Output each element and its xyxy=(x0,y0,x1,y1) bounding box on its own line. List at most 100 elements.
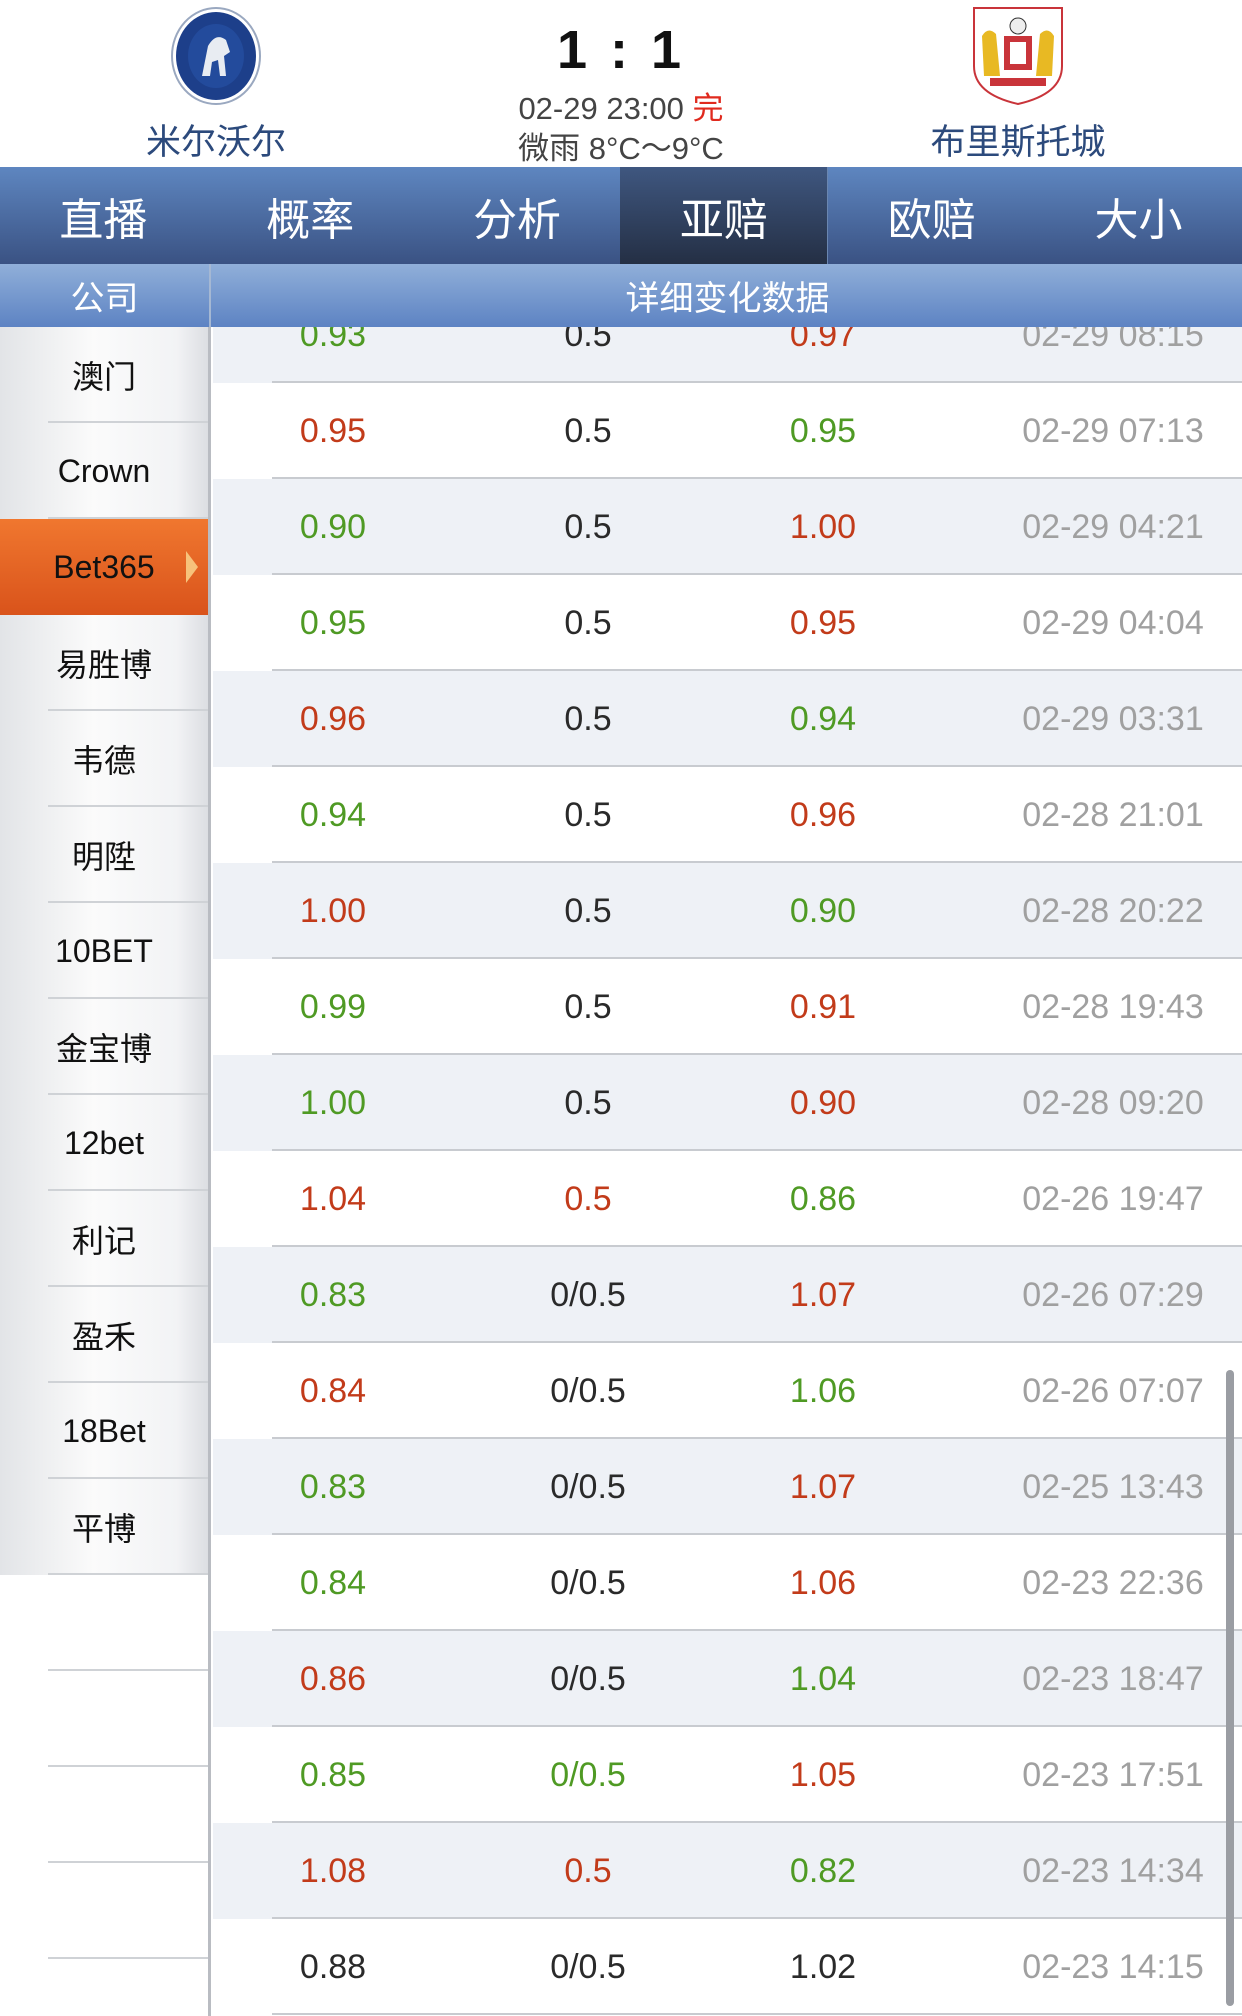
handicap: 0/0.5 xyxy=(550,1564,626,1602)
company-item[interactable]: 易胜博 xyxy=(0,615,208,711)
change-time: 02-28 19:43 xyxy=(1022,988,1204,1026)
change-time: 02-29 04:04 xyxy=(1022,604,1204,642)
company-item[interactable]: 12bet xyxy=(0,1095,208,1191)
home-odds: 0.84 xyxy=(299,1564,367,1602)
away-odds: 1.04 xyxy=(789,1660,857,1698)
handicap: 0.5 xyxy=(564,700,612,738)
change-time: 02-26 19:47 xyxy=(1022,1180,1204,1218)
change-time: 02-23 22:36 xyxy=(1022,1564,1204,1602)
table-row: 0.83 0/0.5 1.07 02-25 13:43 xyxy=(213,1439,1242,1535)
table-row: 0.90 0.5 1.00 02-29 04:21 xyxy=(213,479,1242,575)
tab-over-under[interactable]: 大小 xyxy=(1035,167,1242,264)
scrollbar[interactable] xyxy=(1226,1370,1234,2006)
tab-probability[interactable]: 概率 xyxy=(207,167,414,264)
odds-change-table: 0.93 0.5 0.97 02-29 08:15 0.95 0.5 0.95 02-29 0… xyxy=(213,327,1242,2016)
home-odds: 1.00 xyxy=(299,1084,367,1122)
change-time: 02-23 17:51 xyxy=(1022,1756,1204,1794)
change-time: 02-29 07:13 xyxy=(1022,412,1204,450)
change-time: 02-23 14:15 xyxy=(1022,1948,1204,1986)
bristol-city-crest-icon xyxy=(973,7,1063,106)
company-item[interactable]: 10BET xyxy=(0,903,208,999)
handicap: 0.5 xyxy=(564,1852,612,1890)
table-row: 0.84 0/0.5 1.06 02-23 22:36 xyxy=(213,1535,1242,1631)
empty-slot xyxy=(0,1863,208,1959)
millwall-crest-icon xyxy=(171,7,261,105)
home-odds: 0.93 xyxy=(299,327,367,354)
home-odds: 0.94 xyxy=(299,796,367,834)
table-row: 1.08 0.5 0.82 02-23 14:34 xyxy=(213,1823,1242,1919)
company-item[interactable]: 盈禾 xyxy=(0,1287,208,1383)
tab-live[interactable]: 直播 xyxy=(0,167,207,264)
company-item[interactable]: Bet365 xyxy=(0,519,208,615)
company-item[interactable]: 明陞 xyxy=(0,807,208,903)
change-time: 02-29 03:31 xyxy=(1022,700,1204,738)
away-odds: 1.02 xyxy=(789,1948,857,1986)
company-name: 盈禾 xyxy=(71,1319,136,1355)
home-odds: 0.85 xyxy=(299,1756,367,1794)
company-item[interactable]: 利记 xyxy=(0,1191,208,1287)
match-info: 1 : 1 02-29 23:00 完 微雨 8°C～9°C xyxy=(421,20,821,170)
tab-bar: 直播 概率 分析 亚赔 欧赔 大小 xyxy=(0,167,1242,264)
company-name: 平博 xyxy=(71,1511,136,1547)
company-name: 澳门 xyxy=(71,359,136,395)
change-time: 02-28 09:20 xyxy=(1022,1084,1204,1122)
match-status: 完 xyxy=(692,91,724,126)
table-row: 0.85 0/0.5 1.05 02-23 17:51 xyxy=(213,1727,1242,1823)
column-header: 公司 详细变化数据 xyxy=(0,264,1242,327)
away-odds: 0.86 xyxy=(789,1180,857,1218)
company-item[interactable]: Crown xyxy=(0,423,208,519)
company-item[interactable]: 18Bet xyxy=(0,1383,208,1479)
company-name: Crown xyxy=(57,452,151,489)
home-odds: 0.84 xyxy=(299,1372,367,1410)
tab-asian-odds[interactable]: 亚赔 xyxy=(620,167,829,264)
company-name: 10BET xyxy=(55,932,153,969)
empty-slot xyxy=(0,1575,208,1671)
away-odds: 0.90 xyxy=(789,892,857,930)
company-item[interactable]: 平博 xyxy=(0,1479,208,1575)
table-row: 1.00 0.5 0.90 02-28 09:20 xyxy=(213,1055,1242,1151)
match-datetime: 02-29 23:00 xyxy=(518,91,684,126)
company-item[interactable]: 澳门 xyxy=(0,327,208,423)
away-odds: 0.82 xyxy=(789,1852,857,1890)
change-time: 02-29 04:21 xyxy=(1022,508,1204,546)
handicap: 0.5 xyxy=(564,412,612,450)
home-odds: 0.95 xyxy=(299,604,367,642)
handicap: 0/0.5 xyxy=(550,1756,626,1794)
company-name: 12bet xyxy=(63,1124,145,1161)
table-row: 0.95 0.5 0.95 02-29 04:04 xyxy=(213,575,1242,671)
table-row: 0.96 0.5 0.94 02-29 03:31 xyxy=(213,671,1242,767)
table-row: 0.88 0/0.5 1.02 02-23 14:15 xyxy=(213,1919,1242,2015)
home-odds: 0.83 xyxy=(299,1468,367,1506)
away-odds: 0.95 xyxy=(789,412,857,450)
company-item[interactable]: 韦德 xyxy=(0,711,208,807)
company-item[interactable]: 金宝博 xyxy=(0,999,208,1095)
change-time: 02-28 21:01 xyxy=(1022,796,1204,834)
company-name: 韦德 xyxy=(71,743,136,779)
away-odds: 0.96 xyxy=(789,796,857,834)
away-odds: 1.07 xyxy=(789,1468,857,1506)
tab-analysis[interactable]: 分析 xyxy=(414,167,621,264)
weather: 微雨 8°C～9°C xyxy=(518,131,724,166)
handicap: 0.5 xyxy=(564,508,612,546)
away-team[interactable]: 布里斯托城 xyxy=(868,6,1168,165)
empty-slot xyxy=(0,1767,208,1863)
tab-european-odds[interactable]: 欧赔 xyxy=(828,167,1035,264)
table-row: 0.94 0.5 0.96 02-28 21:01 xyxy=(213,767,1242,863)
selected-arrow-icon xyxy=(186,551,198,583)
handicap: 0.5 xyxy=(564,604,612,642)
table-row: 1.00 0.5 0.90 02-28 20:22 xyxy=(213,863,1242,959)
home-odds: 0.96 xyxy=(299,700,367,738)
handicap: 0/0.5 xyxy=(550,1468,626,1506)
away-odds: 1.00 xyxy=(789,508,857,546)
home-odds: 1.08 xyxy=(299,1852,367,1890)
handicap: 0.5 xyxy=(564,796,612,834)
change-time: 02-25 13:43 xyxy=(1022,1468,1204,1506)
company-name: 易胜博 xyxy=(55,647,152,683)
away-odds: 1.06 xyxy=(789,1564,857,1602)
home-team[interactable]: 米尔沃尔 xyxy=(66,6,366,165)
detail-header: 详细变化数据 xyxy=(625,280,830,318)
table-row: 0.86 0/0.5 1.04 02-23 18:47 xyxy=(213,1631,1242,1727)
score: 1 : 1 xyxy=(556,20,686,80)
company-name: 金宝博 xyxy=(55,1031,152,1067)
company-header: 公司 xyxy=(0,264,211,327)
